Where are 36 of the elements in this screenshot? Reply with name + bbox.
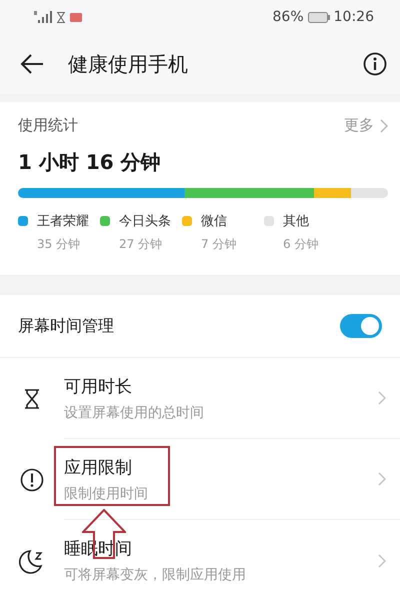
back-arrow-icon[interactable] xyxy=(20,54,44,74)
alert-icon xyxy=(20,468,44,492)
app-time: 27 分钟 xyxy=(118,236,164,253)
app-time: 7 分钟 xyxy=(200,236,238,253)
app-name: 王者荣耀 xyxy=(37,213,89,230)
app-name: 其他 xyxy=(283,213,309,230)
item-title: 应用限制 xyxy=(64,456,133,478)
app-name: 今日头条 xyxy=(119,213,171,230)
settings-item[interactable]: 应用限制 限制使用时间 xyxy=(0,439,400,520)
info-icon[interactable] xyxy=(363,52,387,76)
battery-icon xyxy=(308,12,330,22)
total-time: 1 小时 16 分钟 xyxy=(18,149,162,176)
app-time: 6 分钟 xyxy=(282,236,320,253)
section-title: 使用统计 xyxy=(18,116,78,135)
item-description: 限制使用时间 xyxy=(64,484,148,502)
chevron-icon xyxy=(378,554,386,568)
chevron-icon xyxy=(378,391,386,405)
hourglass-icon xyxy=(57,12,65,22)
usage-bar-segment xyxy=(351,188,388,198)
chevron-icon xyxy=(378,472,386,486)
clock-time: 10:26 xyxy=(334,9,374,25)
settings-item[interactable]: 可用时长 设置屏幕使用的总时间 xyxy=(0,358,400,439)
item-description: 可将屏幕变灰，限制应用使用 xyxy=(64,566,246,584)
moon-icon xyxy=(19,548,45,574)
signal-icon xyxy=(34,11,52,23)
item-description: 设置屏幕使用的总时间 xyxy=(64,404,204,422)
hourglass-icon xyxy=(24,388,40,408)
page-title: 健康使用手机 xyxy=(68,50,189,78)
toggle-switch[interactable] xyxy=(340,314,382,338)
battery-percent: 86% xyxy=(272,9,304,25)
chevron-icon xyxy=(380,118,388,132)
app-name: 微信 xyxy=(201,213,227,230)
app-time: 35 分钟 xyxy=(36,236,82,253)
setting-label: 屏幕时间管理 xyxy=(18,316,114,336)
item-title: 可用时长 xyxy=(64,376,133,398)
notification-icon xyxy=(70,12,82,22)
